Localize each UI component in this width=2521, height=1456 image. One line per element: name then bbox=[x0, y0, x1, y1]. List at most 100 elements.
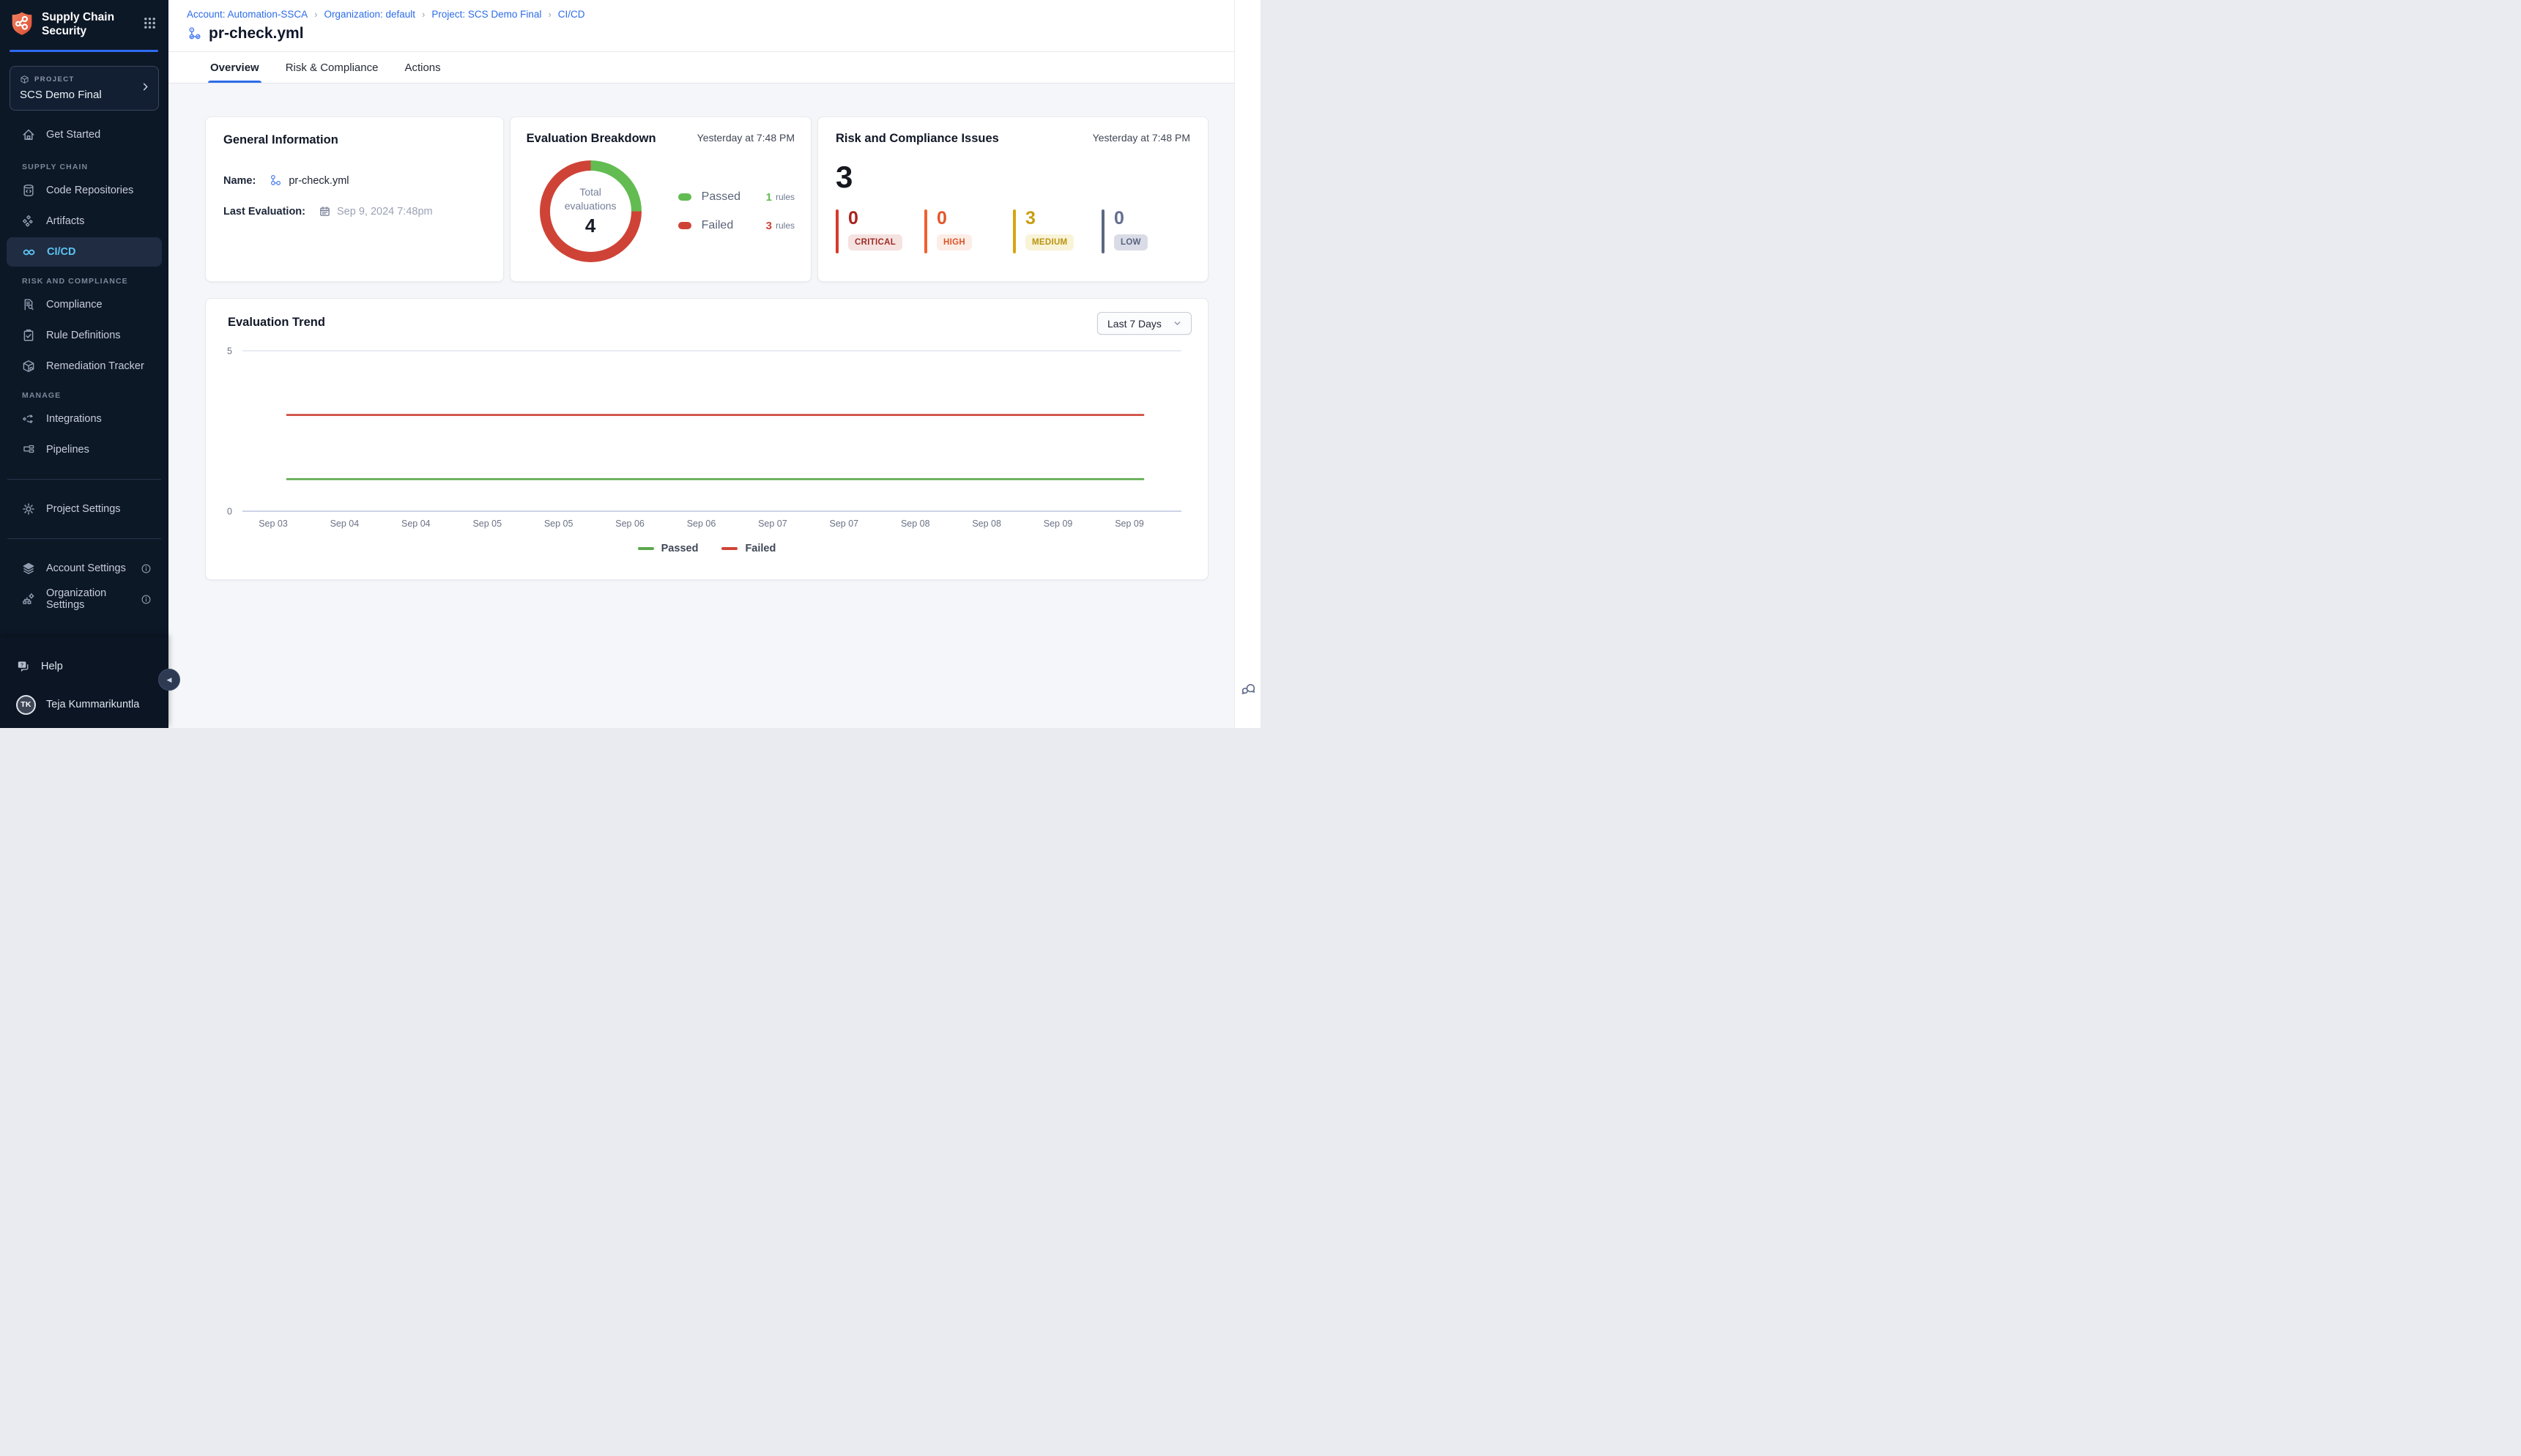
project-selector[interactable]: PROJECT SCS Demo Final bbox=[10, 66, 159, 111]
sidebar-item-code-repositories[interactable]: Code Repositories bbox=[7, 176, 162, 205]
last-evaluation-label: Last Evaluation: bbox=[223, 206, 305, 218]
passed-line-swatch bbox=[638, 547, 654, 550]
info-icon[interactable] bbox=[141, 594, 152, 605]
svg-text:Sep 06: Sep 06 bbox=[687, 519, 716, 529]
chat-bubbles-icon[interactable] bbox=[1239, 679, 1256, 700]
severity-count: 0 bbox=[848, 209, 902, 228]
tab-risk-compliance[interactable]: Risk & Compliance bbox=[286, 52, 379, 83]
app-page: Supply Chain Security PROJECT SCS Demo bbox=[0, 0, 1260, 728]
card-title: Risk and Compliance Issues bbox=[836, 132, 999, 146]
legend-item-passed: Passed bbox=[638, 543, 699, 554]
breadcrumb-account[interactable]: Account: Automation-SSCA bbox=[187, 9, 308, 20]
sidebar-item-label: Organization Settings bbox=[46, 587, 130, 611]
severity-badge: MEDIUM bbox=[1025, 234, 1074, 250]
evaluation-breakdown-card: Evaluation Breakdown Yesterday at 7:48 P… bbox=[510, 116, 812, 282]
artifacts-diamonds-icon bbox=[21, 214, 36, 229]
breadcrumb-cicd[interactable]: CI/CD bbox=[558, 9, 585, 20]
name-row: Name: pr-check.yml bbox=[223, 174, 486, 187]
last-evaluation-value: Sep 9, 2024 7:48pm bbox=[337, 206, 433, 218]
svg-text:Sep 03: Sep 03 bbox=[259, 519, 288, 529]
pipeline-nodes-icon bbox=[269, 174, 283, 187]
breadcrumb: Account: Automation-SSCA › Organization:… bbox=[187, 9, 1234, 20]
user-name: Teja Kummarikuntla bbox=[46, 699, 139, 710]
evaluations-donut: Total evaluations 4 bbox=[540, 160, 642, 262]
tab-overview[interactable]: Overview bbox=[210, 52, 259, 83]
severity-high: 0 HIGH bbox=[924, 209, 1013, 253]
svg-text:Sep 04: Sep 04 bbox=[401, 519, 431, 529]
sidebar-item-remediation-tracker[interactable]: Remediation Tracker bbox=[7, 352, 162, 381]
sidebar-section-supply-chain: SUPPLY CHAIN bbox=[0, 163, 168, 171]
tab-actions[interactable]: Actions bbox=[404, 52, 440, 83]
sidebar-item-pipelines[interactable]: Pipelines bbox=[7, 435, 162, 464]
box-icon bbox=[21, 359, 36, 374]
breakdown-legend: Passed 1 rules Failed 3 rules bbox=[678, 160, 795, 262]
sidebar-item-label: Help bbox=[41, 661, 63, 672]
sidebar-item-get-started[interactable]: Get Started bbox=[7, 120, 162, 149]
sidebar-item-artifacts[interactable]: Artifacts bbox=[7, 207, 162, 236]
sidebar-item-organization-settings[interactable]: Organization Settings bbox=[7, 584, 162, 614]
svg-text:Sep 08: Sep 08 bbox=[901, 519, 930, 529]
sidebar-item-cicd[interactable]: CI/CD bbox=[7, 237, 162, 267]
pipeline-flow-icon bbox=[21, 442, 36, 457]
collapse-arrow-icon: ◀ bbox=[167, 676, 172, 684]
svg-text:Sep 09: Sep 09 bbox=[1044, 519, 1073, 529]
severity-low: 0 LOW bbox=[1102, 209, 1190, 253]
sidebar-item-label: Integrations bbox=[46, 413, 102, 425]
evaluation-trend-chart: 05Sep 03Sep 04Sep 04Sep 05Sep 05Sep 06Se… bbox=[218, 334, 1198, 533]
breadcrumb-separator: › bbox=[422, 9, 425, 20]
sidebar-collapse-handle[interactable]: ◀ bbox=[158, 669, 180, 691]
share-arrows-icon bbox=[21, 412, 36, 426]
sidebar-item-account-settings[interactable]: Account Settings bbox=[7, 554, 162, 583]
svg-text:?: ? bbox=[21, 663, 23, 668]
name-label: Name: bbox=[223, 175, 256, 187]
svg-text:5: 5 bbox=[227, 346, 232, 357]
severity-count: 0 bbox=[937, 209, 972, 228]
sidebar-item-rule-definitions[interactable]: Rule Definitions bbox=[7, 321, 162, 350]
chat-question-icon: ? bbox=[16, 659, 31, 674]
sidebar-item-help[interactable]: ? Help bbox=[0, 652, 168, 681]
passed-count: 1 bbox=[766, 191, 772, 204]
sidebar-item-label: Compliance bbox=[46, 299, 103, 311]
severity-critical: 0 CRITICAL bbox=[836, 209, 924, 253]
module-grid-icon[interactable] bbox=[143, 16, 157, 34]
sidebar-accent-bar bbox=[10, 50, 158, 52]
home-icon bbox=[21, 127, 36, 142]
card-title: Evaluation Breakdown bbox=[527, 132, 656, 146]
project-name: SCS Demo Final bbox=[20, 89, 149, 101]
sidebar-item-label: Pipelines bbox=[46, 444, 89, 456]
breadcrumb-separator: › bbox=[548, 9, 551, 20]
failed-swatch bbox=[678, 222, 691, 229]
breadcrumb-project[interactable]: Project: SCS Demo Final bbox=[431, 9, 541, 20]
content-area: General Information Name: pr-check.yml bbox=[168, 83, 1234, 580]
severity-bar bbox=[924, 209, 927, 253]
general-information-card: General Information Name: pr-check.yml bbox=[205, 116, 504, 282]
pipeline-name-value: pr-check.yml bbox=[289, 175, 349, 187]
sidebar-user[interactable]: TK Teja Kummarikuntla bbox=[0, 690, 168, 719]
chevron-down-icon bbox=[1173, 319, 1182, 328]
avatar: TK bbox=[16, 695, 36, 715]
sidebar-divider bbox=[7, 479, 161, 480]
sidebar-item-label: Rule Definitions bbox=[46, 330, 121, 341]
app-title: Supply Chain Security bbox=[42, 11, 124, 39]
supply-chain-security-logo-icon bbox=[10, 11, 34, 41]
donut-center-label: Total evaluations bbox=[557, 185, 623, 213]
code-repo-icon bbox=[21, 183, 36, 198]
sidebar-item-compliance[interactable]: Compliance bbox=[7, 290, 162, 319]
sidebar-item-project-settings[interactable]: Project Settings bbox=[7, 494, 162, 524]
svg-text:Sep 08: Sep 08 bbox=[972, 519, 1001, 529]
svg-text:Sep 04: Sep 04 bbox=[330, 519, 360, 529]
right-rail bbox=[1234, 0, 1260, 728]
sidebar-item-integrations[interactable]: Integrations bbox=[7, 404, 162, 434]
date-range-select[interactable]: Last 7 Days bbox=[1097, 312, 1192, 335]
date-range-value: Last 7 Days bbox=[1107, 318, 1162, 330]
page-header: Account: Automation-SSCA › Organization:… bbox=[168, 0, 1234, 52]
severity-bar bbox=[836, 209, 839, 253]
breadcrumb-organization[interactable]: Organization: default bbox=[324, 9, 415, 20]
svg-text:Sep 06: Sep 06 bbox=[615, 519, 645, 529]
info-icon[interactable] bbox=[141, 563, 152, 574]
svg-text:0: 0 bbox=[227, 507, 232, 517]
severity-medium: 3 MEDIUM bbox=[1013, 209, 1102, 253]
gear-icon bbox=[21, 502, 36, 516]
failed-count: 3 bbox=[766, 220, 772, 232]
sidebar-footer: ? Help TK Teja Kummarikuntla bbox=[0, 637, 168, 728]
